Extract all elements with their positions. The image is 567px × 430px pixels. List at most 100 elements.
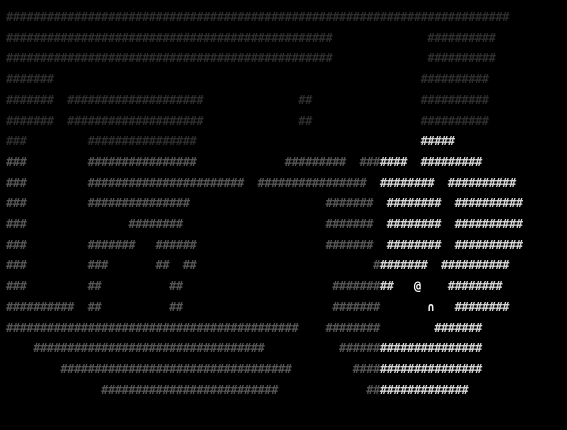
floor-tile — [40, 151, 47, 173]
floor-tile — [47, 213, 54, 235]
wall-tile: # — [447, 113, 456, 128]
wall-tile: # — [19, 175, 27, 190]
floor-tile — [142, 68, 149, 90]
floor-tile — [67, 192, 74, 214]
map-row: ################################## #####… — [6, 358, 482, 380]
wall-tile: # — [515, 196, 523, 211]
floor-tile — [224, 234, 231, 256]
wall-tile: # — [373, 258, 381, 273]
wall-tile: # — [12, 299, 21, 314]
wall-tile: # — [454, 51, 462, 66]
wall-tile: # — [162, 361, 170, 376]
floor-tile — [40, 192, 47, 214]
wall-tile: # — [243, 30, 252, 45]
floor-tile — [305, 130, 312, 152]
wall-tile: # — [250, 341, 258, 356]
floor-tile — [203, 130, 210, 152]
wall-tile: # — [325, 237, 333, 252]
wall-tile: # — [468, 175, 476, 190]
wall-tile: # — [169, 92, 177, 107]
wall-tile: # — [332, 154, 340, 169]
wall-tile: # — [345, 175, 354, 190]
wall-tile: # — [339, 341, 347, 356]
wall-tile: # — [175, 154, 184, 169]
floor-tile — [271, 337, 278, 359]
floor-tile — [339, 254, 346, 276]
floor-tile — [346, 358, 353, 380]
floor-tile — [244, 151, 251, 173]
floor-tile — [60, 192, 67, 214]
wall-tile: # — [53, 299, 61, 314]
wall-tile: # — [230, 30, 238, 45]
floor-tile — [353, 89, 360, 111]
wall-tile: # — [352, 10, 360, 24]
floor-tile — [74, 151, 81, 173]
wall-tile: # — [94, 361, 102, 376]
floor-tile — [33, 151, 40, 173]
wall-tile: # — [264, 320, 272, 335]
floor-tile — [203, 234, 210, 256]
wall-tile: # — [114, 361, 122, 376]
floor-tile — [400, 275, 407, 297]
wall-tile: # — [359, 279, 367, 294]
floor-tile — [298, 337, 305, 359]
wall-tile: # — [420, 217, 428, 231]
floor-tile — [312, 89, 319, 111]
wall-tile: # — [141, 51, 150, 66]
wall-tile: # — [12, 258, 21, 273]
wall-tile: # — [162, 113, 170, 128]
wall-tile: # — [488, 196, 496, 211]
wall-tile: # — [12, 92, 21, 107]
floor-tile — [196, 68, 203, 90]
floor-tile — [47, 192, 54, 214]
wall-tile: # — [73, 361, 82, 376]
wall-tile: # — [101, 196, 109, 211]
floor-tile — [47, 275, 54, 297]
floor-tile — [332, 68, 339, 90]
wall-tile: # — [189, 30, 197, 45]
wall-tile: # — [434, 72, 442, 87]
wall-tile: # — [128, 92, 136, 107]
floor-tile — [244, 234, 251, 256]
wall-tile: # — [189, 382, 197, 397]
wall-tile: # — [182, 51, 190, 66]
wall-tile: # — [182, 320, 190, 335]
floor-tile — [67, 275, 74, 297]
wall-tile: # — [461, 175, 469, 190]
floor-tile — [54, 110, 61, 132]
wall-tile: # — [468, 51, 476, 66]
wall-tile: # — [427, 341, 435, 356]
floor-tile — [237, 110, 244, 132]
wall-tile: # — [420, 258, 428, 273]
floor-tile — [312, 130, 319, 152]
wall-tile: # — [94, 51, 102, 66]
floor-tile — [74, 68, 81, 90]
wall-tile: # — [427, 92, 435, 107]
wall-tile: # — [434, 196, 442, 211]
floor-tile — [47, 379, 54, 401]
wall-tile: # — [87, 299, 95, 314]
wall-tile: # — [488, 279, 496, 294]
wall-tile: # — [468, 30, 476, 45]
wall-tile: # — [121, 92, 129, 107]
floor-tile — [366, 89, 373, 111]
wall-tile: # — [468, 299, 476, 314]
floor-tile — [40, 213, 47, 235]
wall-tile: # — [223, 175, 231, 190]
wall-tile: # — [155, 10, 163, 24]
wall-tile: # — [441, 30, 449, 45]
floor-tile — [366, 130, 373, 152]
floor-tile — [271, 68, 278, 90]
wall-tile: # — [182, 258, 190, 273]
wall-tile: # — [271, 175, 279, 190]
floor-tile — [257, 213, 264, 235]
wall-tile: # — [386, 382, 394, 397]
floor-tile — [60, 68, 67, 90]
floor-tile — [54, 275, 61, 297]
wall-tile: # — [488, 30, 496, 45]
wall-tile: # — [209, 320, 218, 335]
wall-tile: # — [6, 134, 14, 149]
wall-tile: # — [101, 30, 109, 45]
wall-tile: # — [427, 154, 435, 169]
wall-tile: # — [73, 30, 82, 45]
